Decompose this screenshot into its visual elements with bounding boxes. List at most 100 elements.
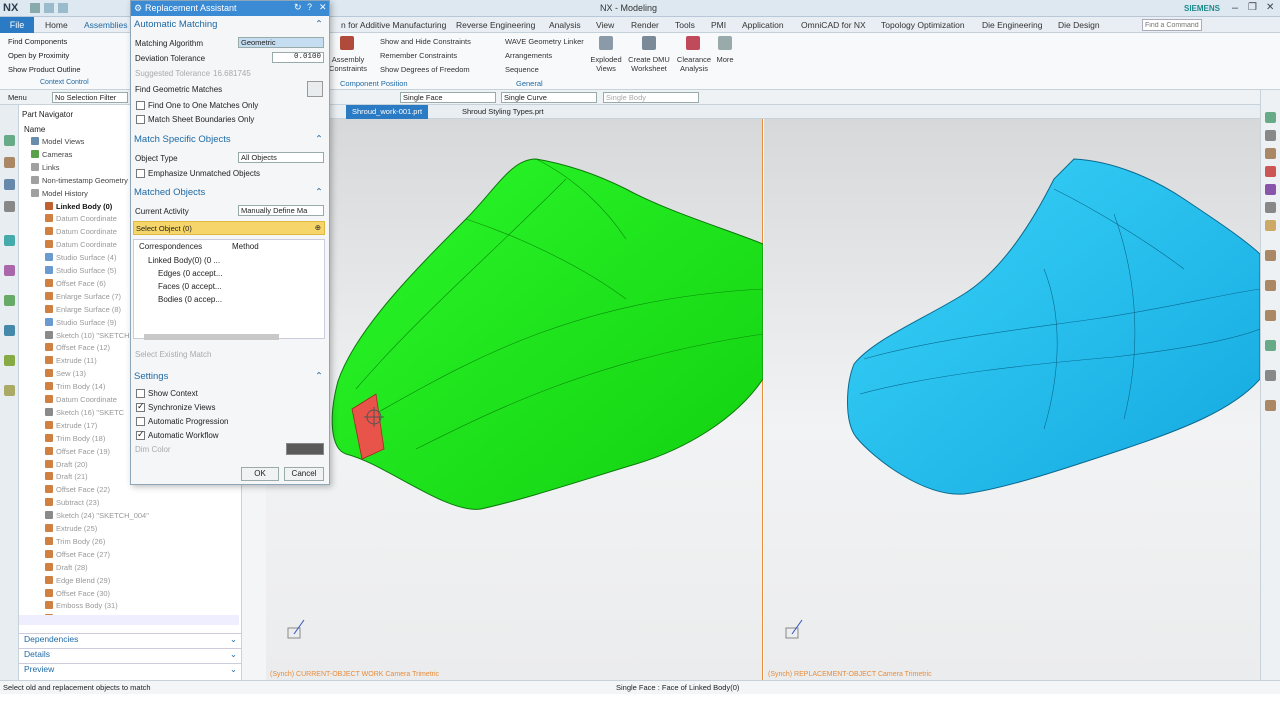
select-object-field[interactable]: Select Object (0) ⊕ [133,221,325,235]
view-icon[interactable] [1265,250,1276,261]
dim-color-swatch[interactable] [286,443,324,455]
open-by-proximity-button[interactable]: Open by Proximity [8,51,69,60]
deviation-input[interactable]: 0.0100 [272,52,324,63]
col-correspondences[interactable]: Correspondences [139,242,202,251]
navigator-row[interactable]: Model History [31,188,88,202]
tab-omnicad[interactable]: OmniCAD for NX [801,20,866,30]
tab-topology[interactable]: Topology Optimization [881,20,965,30]
system-materials-icon[interactable] [4,355,15,366]
reset-icon[interactable]: ↻ [294,2,302,13]
navigator-row[interactable]: Model Views [31,137,84,150]
dependencies-panel[interactable]: Dependencies ⌄ [19,633,241,647]
preview-panel[interactable]: Preview ⌄ [19,663,241,677]
view-icon[interactable] [1265,340,1276,351]
navigator-row[interactable]: Studio Surface (5) [45,266,116,279]
auto-workflow-checkbox[interactable] [136,429,145,440]
navigator-row[interactable]: Offset Face (19) [45,446,110,460]
navigator-row[interactable]: Extrude (25) [45,524,97,537]
ui-icon[interactable] [4,385,15,396]
view-icon[interactable] [1265,130,1276,141]
tab-analysis[interactable]: Analysis [549,20,581,30]
tree-edges[interactable]: Edges (0 accept... [158,269,222,278]
remember-constraints-button[interactable]: Remember Constraints [380,51,457,60]
web-browser-icon[interactable] [4,265,15,276]
dialog-titlebar[interactable]: Replacement Assistant ⚙ ↻ ? ✕ [131,1,329,16]
view-icon[interactable] [1265,148,1276,159]
tab-render[interactable]: Render [631,20,659,30]
navigator-row[interactable]: Sew (13) [45,369,86,382]
palette-icon[interactable] [4,295,15,306]
navigator-row[interactable]: Studio Surface (9) [45,317,116,331]
navigator-row[interactable]: Enlarge Surface (8) [45,304,121,318]
face-rule-select[interactable]: Single Face [400,92,496,103]
history-icon[interactable] [4,235,15,246]
section-matched-objects[interactable]: Matched Objects ⌃ [131,187,329,201]
cancel-button[interactable]: Cancel [284,467,324,481]
roles-icon[interactable] [4,325,15,336]
menu-button[interactable]: Menu [8,93,27,102]
tab-tools[interactable]: Tools [675,20,695,30]
blue-shroud-model[interactable] [764,119,1261,680]
navigator-row[interactable]: Datum Coordinate [45,240,117,253]
navigator-row[interactable]: Draft (28) [45,562,88,576]
tab-view[interactable]: View [596,20,614,30]
save-icon[interactable] [30,3,40,13]
tab-reverse-engineering[interactable]: Reverse Engineering [456,20,535,30]
show-product-outline-button[interactable]: Show Product Outline [8,65,81,74]
part-navigator-icon[interactable] [4,135,15,146]
navigator-row[interactable]: Datum Coordinate [45,214,117,227]
view-icon[interactable] [1265,112,1276,123]
emphasize-checkbox[interactable] [136,169,145,178]
tab-assemblies[interactable]: Assemblies [84,20,127,30]
details-panel[interactable]: Details ⌄ [19,648,241,662]
tab-pmi[interactable]: PMI [711,20,726,30]
view-icon[interactable] [1265,310,1276,321]
assembly-constraints-icon[interactable] [340,36,354,50]
navigator-row[interactable]: Offset Face (30) [45,588,110,602]
close-icon[interactable]: ✕ [319,2,327,13]
exploded-views-button[interactable]: Exploded Views [588,55,624,73]
dmu-worksheet-icon[interactable] [642,36,656,50]
tab-die-engineering[interactable]: Die Engineering [982,20,1042,30]
restore-icon[interactable]: ❐ [1248,2,1257,13]
show-hide-constraints-button[interactable]: Show and Hide Constraints [380,37,471,46]
object-type-select[interactable]: All Objects [238,152,324,163]
view-icon[interactable] [1265,280,1276,291]
tab-die-design[interactable]: Die Design [1058,20,1100,30]
view-icon[interactable] [1265,184,1276,195]
navigator-row[interactable]: Offset Face (6) [45,278,106,292]
col-method[interactable]: Method [232,242,259,251]
table-scrollbar[interactable] [144,334,279,340]
ok-button[interactable]: OK [241,467,279,481]
more-icon[interactable] [718,36,732,50]
exploded-views-icon[interactable] [599,36,613,50]
matching-algorithm-select[interactable]: Geometric [238,37,324,48]
file-tab[interactable]: File [0,17,34,33]
clearance-analysis-icon[interactable] [686,36,700,50]
tab-home[interactable]: Home [45,20,68,30]
sequence-button[interactable]: Sequence [505,65,539,74]
command-search-input[interactable] [1142,19,1202,31]
one-to-one-checkbox[interactable] [136,101,145,110]
tab-shroud-styling[interactable]: Shroud Styling Types.prt [462,107,544,116]
find-components-button[interactable]: Find Components [8,37,67,46]
navigator-row[interactable]: Offset Face (12) [45,343,110,356]
wave-linker-button[interactable]: WAVE Geometry Linker [505,37,584,46]
navigator-row[interactable]: Cameras [31,149,72,163]
redo-icon[interactable] [58,3,68,13]
green-shroud-model[interactable] [266,119,764,680]
curve-rule-select[interactable]: Single Curve [501,92,597,103]
tab-shroud-work[interactable]: Shroud_work-001.prt [346,105,429,119]
minimize-icon[interactable]: – [1232,2,1238,14]
assembly-constraints-button[interactable]: Assembly Constraints [328,55,368,73]
show-context-checkbox[interactable] [136,389,145,398]
navigator-row[interactable]: Draft (20) [45,459,88,473]
navigator-row[interactable]: Emboss Body (31) [45,601,118,614]
arrangements-button[interactable]: Arrangements [505,51,552,60]
body-rule-select[interactable]: Single Body [603,92,699,103]
view-icon[interactable] [1265,220,1276,231]
navigator-row[interactable]: Studio Surface (4) [45,253,116,266]
navigator-row[interactable]: Sketch (24) "SKETCH_004" [45,511,149,524]
navigator-row[interactable]: Sketch (16) "SKETC [45,407,124,421]
sheet-boundaries-checkbox[interactable] [136,115,145,124]
